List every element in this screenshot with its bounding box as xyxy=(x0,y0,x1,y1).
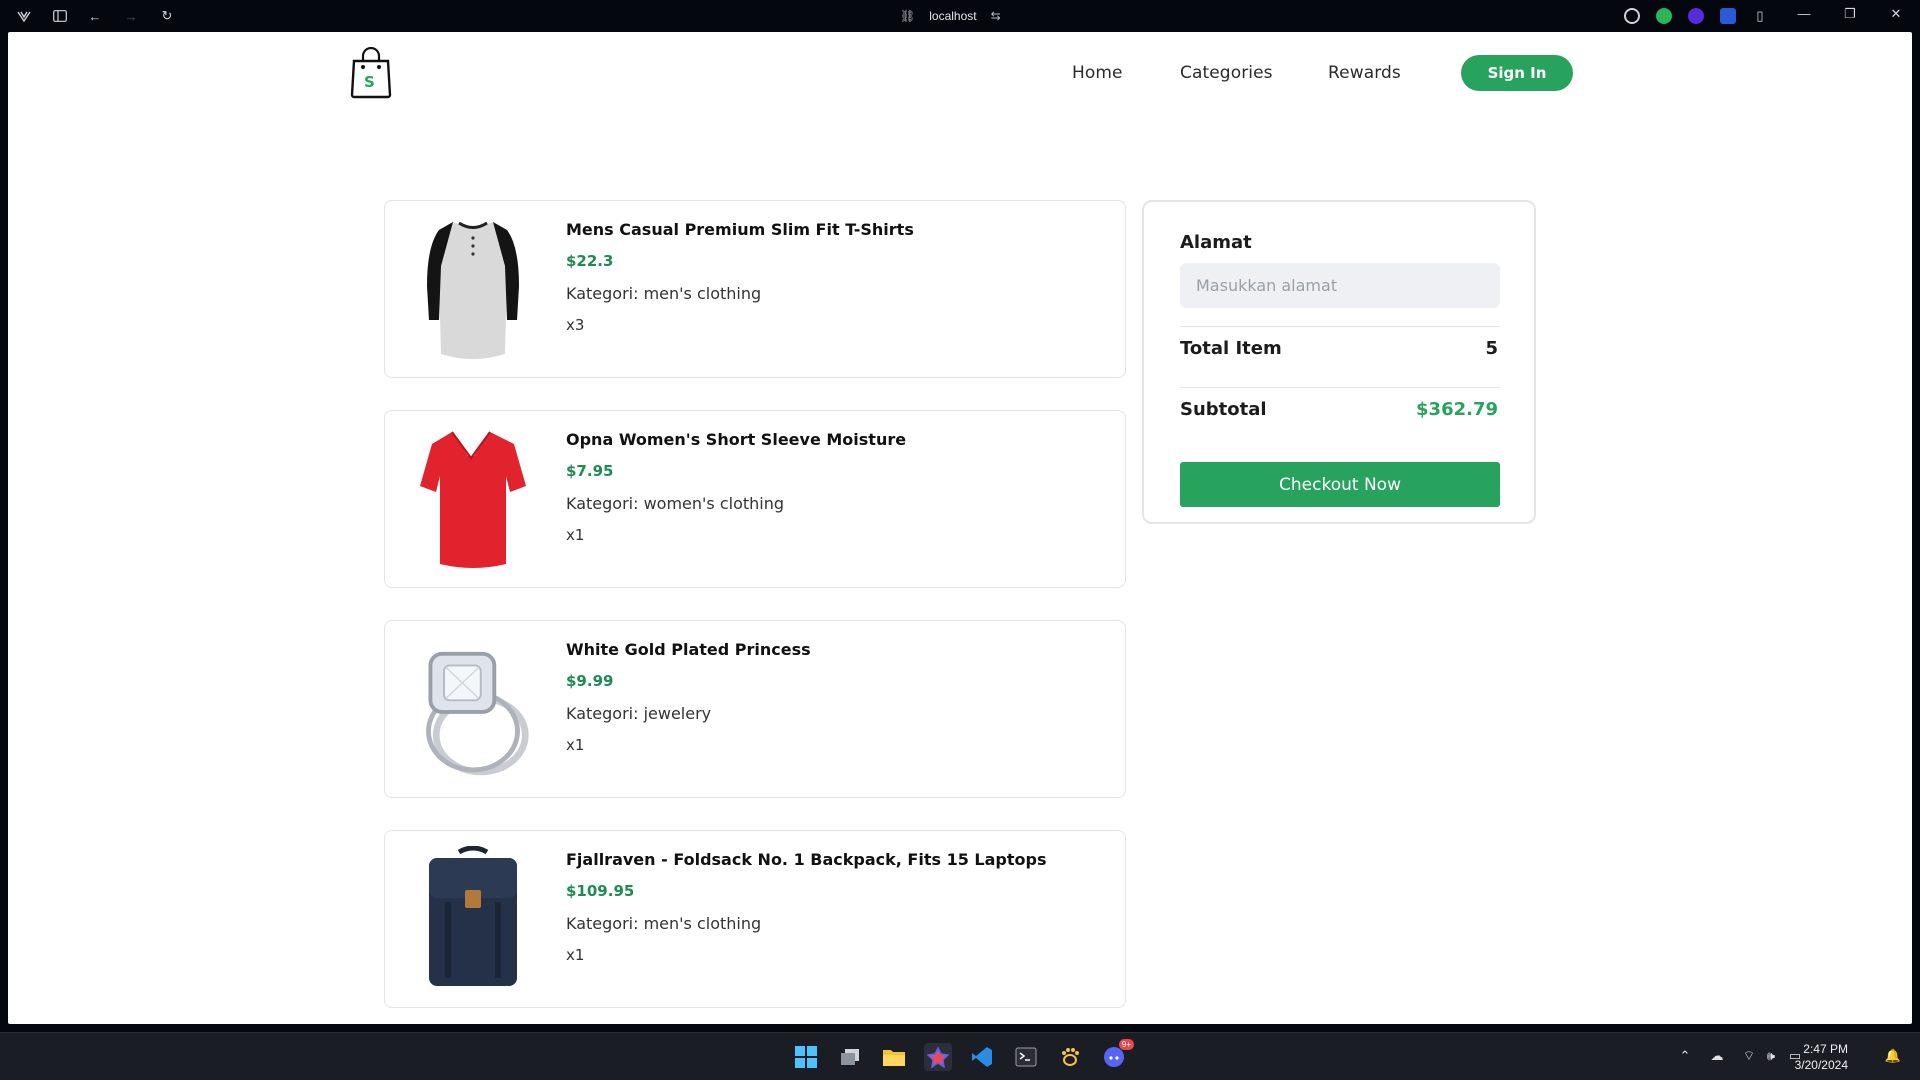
file-explorer-icon[interactable] xyxy=(880,1043,908,1071)
back-icon[interactable]: ← xyxy=(87,8,103,24)
clock-date: 3/20/2024 xyxy=(1794,1058,1848,1072)
task-view-icon[interactable] xyxy=(836,1043,864,1071)
extension-shield-icon[interactable] xyxy=(1720,8,1736,24)
vscode-icon[interactable] xyxy=(968,1043,996,1071)
shop-logo[interactable]: S xyxy=(348,46,394,99)
browser-toolbar: ← → ↻ ⛓ localhost ⇆ ▯ — ❐ ✕ xyxy=(0,0,1920,32)
cart-item[interactable]: Opna Women's Short Sleeve Moisture $7.95… xyxy=(384,410,1126,588)
reload-icon[interactable]: ↻ xyxy=(159,8,175,24)
volume-icon[interactable]: 🕪 xyxy=(1762,1047,1780,1065)
product-quantity: x1 xyxy=(566,946,585,964)
split-view-icon[interactable]: ▯ xyxy=(1752,8,1768,24)
notification-bell-icon[interactable]: 🔔 xyxy=(1884,1047,1902,1065)
product-title[interactable]: Opna Women's Short Sleeve Moisture xyxy=(566,430,906,449)
extension-target-icon[interactable] xyxy=(1624,8,1640,24)
summary-divider xyxy=(1180,387,1500,388)
product-category: Kategori: jewelery xyxy=(566,704,712,723)
cart-item[interactable]: Mens Casual Premium Slim Fit T-Shirts $2… xyxy=(384,200,1126,378)
extension-purple-icon[interactable] xyxy=(1688,8,1704,24)
product-image-red-shirt xyxy=(413,425,533,573)
product-category: Kategori: men's clothing xyxy=(566,284,762,303)
product-price: $9.99 xyxy=(566,672,614,690)
windows-taskbar: 9+ ⌃ ☁ ⌔ 🕪 ▭ 2:47 PM 3/20/2024 🔔 xyxy=(0,1032,1920,1080)
clock-time: 2:47 PM xyxy=(1803,1042,1848,1056)
total-item-value: 5 xyxy=(1485,338,1498,359)
paw-app-icon[interactable] xyxy=(1056,1043,1084,1071)
extension-eye-icon[interactable] xyxy=(1656,8,1672,24)
minimize-icon[interactable]: — xyxy=(1794,6,1814,21)
address-text: localhost xyxy=(929,9,977,23)
product-price: $7.95 xyxy=(566,462,614,480)
product-title[interactable]: White Gold Plated Princess xyxy=(566,640,811,659)
total-item-label: Total Item xyxy=(1180,338,1282,359)
site-navbar: S Home Categories Rewards Sign In xyxy=(8,32,1912,112)
cart-item[interactable]: Fjallraven - Foldsack No. 1 Backpack, Fi… xyxy=(384,830,1126,1008)
browser-taskbar-icon[interactable] xyxy=(924,1043,952,1071)
product-title[interactable]: Fjallraven - Foldsack No. 1 Backpack, Fi… xyxy=(566,850,1046,869)
terminal-icon[interactable] xyxy=(1012,1043,1040,1071)
wifi-icon[interactable]: ⌔ xyxy=(1740,1047,1758,1065)
product-image-tshirt xyxy=(413,215,533,363)
order-summary: Alamat Total Item 5 Subtotal $362.79 Che… xyxy=(1142,200,1536,524)
subtotal-label: Subtotal xyxy=(1180,399,1267,420)
onedrive-icon[interactable]: ☁ xyxy=(1708,1047,1726,1065)
discord-icon[interactable]: 9+ xyxy=(1100,1039,1134,1071)
start-icon[interactable] xyxy=(792,1043,820,1071)
product-category: Kategori: men's clothing xyxy=(566,914,762,933)
browser-logo-icon[interactable] xyxy=(16,8,32,24)
product-category: Kategori: women's clothing xyxy=(566,494,785,513)
link-icon: ⛓ xyxy=(900,9,916,23)
system-clock[interactable]: 2:47 PM 3/20/2024 xyxy=(1795,1041,1848,1073)
product-quantity: x1 xyxy=(566,736,585,754)
forward-icon[interactable]: → xyxy=(123,8,139,24)
address-bar[interactable]: ⛓ localhost ⇆ xyxy=(900,6,1001,26)
close-icon[interactable]: ✕ xyxy=(1886,6,1906,22)
nav-categories-link[interactable]: Categories xyxy=(1180,63,1273,83)
summary-divider xyxy=(1180,326,1500,327)
address-label: Alamat xyxy=(1180,232,1252,253)
nav-rewards-link[interactable]: Rewards xyxy=(1328,63,1401,83)
notification-badge: 9+ xyxy=(1118,1039,1134,1050)
restore-icon[interactable]: ❐ xyxy=(1840,6,1860,22)
sign-in-button[interactable]: Sign In xyxy=(1461,55,1573,91)
logo-letter: S xyxy=(364,73,375,91)
product-price: $109.95 xyxy=(566,882,635,900)
product-image-ring xyxy=(413,635,533,783)
tray-overflow-icon[interactable]: ⌃ xyxy=(1676,1047,1694,1065)
product-quantity: x1 xyxy=(566,526,585,544)
site-settings-icon[interactable]: ⇆ xyxy=(991,9,1001,23)
cart-item[interactable]: White Gold Plated Princess $9.99 Kategor… xyxy=(384,620,1126,798)
sidebar-toggle-icon[interactable] xyxy=(52,8,68,24)
page-viewport: S Home Categories Rewards Sign In Mens C… xyxy=(8,32,1912,1024)
checkout-button[interactable]: Checkout Now xyxy=(1180,462,1500,507)
product-price: $22.3 xyxy=(566,252,614,270)
product-quantity: x3 xyxy=(566,316,585,334)
subtotal-value: $362.79 xyxy=(1416,399,1498,420)
address-input[interactable] xyxy=(1180,263,1500,308)
product-image-backpack xyxy=(413,845,533,993)
product-title[interactable]: Mens Casual Premium Slim Fit T-Shirts xyxy=(566,220,914,239)
nav-home-link[interactable]: Home xyxy=(1072,63,1123,83)
